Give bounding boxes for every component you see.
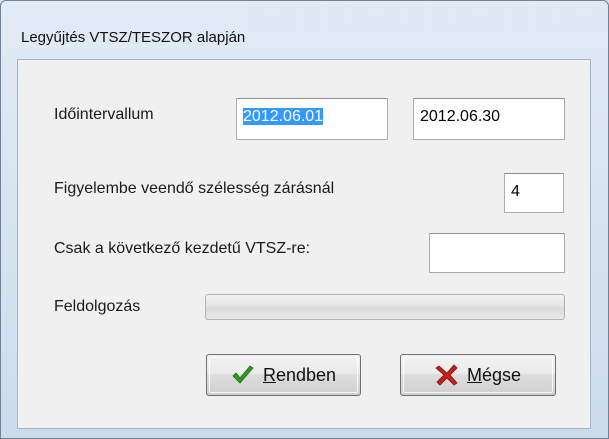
ok-button[interactable]: Rendben: [206, 354, 361, 396]
title-bar[interactable]: Legyűjtés VTSZ/TESZOR alapján: [1, 1, 608, 46]
date-to-input[interactable]: 2012.06.30: [413, 98, 565, 140]
date-to-value: 2012.06.30: [420, 108, 501, 125]
prefix-input[interactable]: [429, 233, 565, 273]
date-from-value: 2012.06.01: [243, 108, 324, 125]
processing-progress-bar: [205, 294, 565, 320]
processing-label: Feldolgozás: [54, 298, 141, 315]
dialog-client-area: Időintervallum 2012.06.01 2012.06.30 Fig…: [17, 59, 591, 429]
x-icon: [435, 364, 458, 386]
interval-label: Időintervallum: [54, 106, 154, 123]
date-from-input[interactable]: 2012.06.01: [236, 98, 388, 140]
ok-button-label: Rendben: [262, 364, 337, 385]
width-label: Figyelembe veendő szélesség zárásnál: [54, 180, 335, 197]
width-input[interactable]: 4: [504, 173, 564, 213]
width-value: 4: [511, 183, 520, 200]
window-title: Legyűjtés VTSZ/TESZOR alapján: [21, 29, 246, 46]
dialog-window: Legyűjtés VTSZ/TESZOR alapján Időinterva…: [0, 0, 609, 439]
prefix-label: Csak a következő kezdetű VTSZ-re:: [54, 240, 311, 257]
cancel-button[interactable]: Mégse: [400, 354, 556, 396]
check-icon: [232, 365, 254, 384]
cancel-button-label: Mégse: [466, 364, 522, 385]
